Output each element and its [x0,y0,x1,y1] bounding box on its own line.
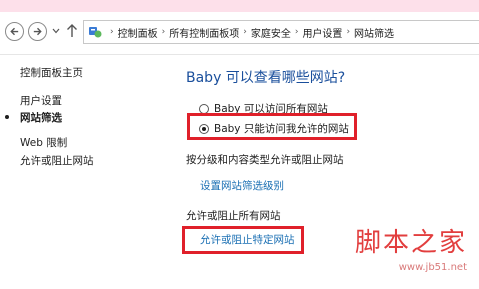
highlight-box [182,226,304,254]
back-button[interactable] [5,22,24,41]
breadcrumb-item-web-filtering[interactable]: 网站筛选 [354,25,394,40]
breadcrumb-separator[interactable]: › [243,27,247,37]
breadcrumb-item-family-safety[interactable]: 家庭安全 [251,25,291,40]
arrow-left-icon [10,27,19,36]
breadcrumb-item-user-settings[interactable]: 用户设置 [302,25,342,40]
control-panel-icon [89,27,102,38]
selected-indicator [5,115,9,119]
section-heading-allow-block: 允许或阻止所有网站 [186,210,281,222]
section-heading-rating-filter: 按分级和内容类型允许或阻止网站 [186,154,344,166]
breadcrumb-item-all-items[interactable]: 所有控制面板项 [169,25,239,40]
sidebar-item-allow-block-websites[interactable]: 允许或阻止网站 [20,153,94,168]
breadcrumb-separator[interactable]: › [162,27,166,37]
sidebar-item-web-restrictions[interactable]: Web 限制 [20,135,67,150]
arrow-right-icon [33,27,42,36]
forward-button[interactable] [28,22,47,41]
recent-pages-chevron-icon[interactable] [52,28,60,34]
breadcrumb-separator: › [110,27,114,37]
watermark-logo: 脚本之家 www.jb51.net [350,222,475,282]
watermark-url: www.jb51.net [398,262,467,273]
sidebar: 控制面板主页 用户设置 网站筛选 Web 限制 允许或阻止网站 [0,55,170,289]
sidebar-item-user-settings[interactable]: 用户设置 [20,93,62,108]
breadcrumb-item-control-panel[interactable]: 控制面板 [118,25,158,40]
highlight-box [187,113,357,140]
up-arrow-icon[interactable] [66,23,78,38]
sidebar-item-control-panel-home[interactable]: 控制面板主页 [20,65,83,80]
radio-button[interactable] [199,103,209,114]
page-title: Baby 可以查看哪些网站? [186,70,346,86]
window-titlebar [0,0,479,12]
sidebar-item-web-filtering[interactable]: 网站筛选 [20,110,62,125]
watermark-title: 脚本之家 [354,228,467,258]
breadcrumb-separator[interactable]: › [346,27,350,37]
set-filter-level-link[interactable]: 设置网站筛选级别 [200,178,284,193]
address-bar[interactable]: › 控制面板 › 所有控制面板项 › 家庭安全 › 用户设置 › 网站筛选 [83,20,479,44]
breadcrumb-separator[interactable]: › [295,27,299,37]
